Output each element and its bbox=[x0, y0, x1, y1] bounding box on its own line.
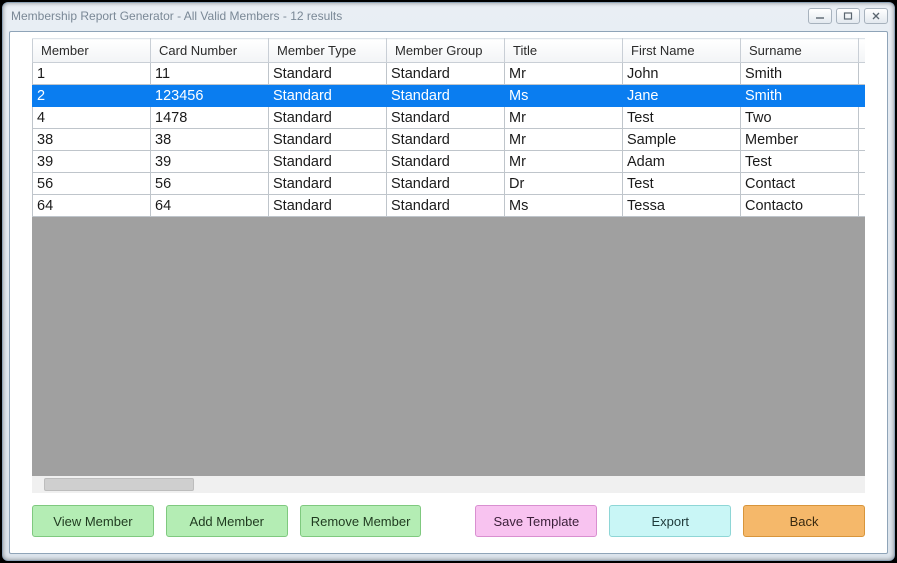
table-cell: Two bbox=[741, 107, 859, 129]
table-cell: 39 bbox=[33, 151, 151, 173]
table-cell-stub bbox=[859, 151, 866, 173]
table-cell: 11 bbox=[151, 63, 269, 85]
table-cell: Contacto bbox=[741, 195, 859, 217]
table-cell-stub bbox=[859, 85, 866, 107]
table-cell: 64 bbox=[33, 195, 151, 217]
maximize-button[interactable] bbox=[836, 8, 860, 24]
table-cell: Ms bbox=[505, 195, 623, 217]
table-cell: Adam bbox=[623, 151, 741, 173]
table-cell: Standard bbox=[269, 129, 387, 151]
table-cell: 4 bbox=[33, 107, 151, 129]
table-cell: Standard bbox=[269, 107, 387, 129]
action-button-row: View Member Add Member Remove Member Sav… bbox=[10, 493, 887, 553]
table-cell: Mr bbox=[505, 107, 623, 129]
table-row[interactable]: 2123456StandardStandardMsJaneSmith bbox=[33, 85, 866, 107]
table-cell: 1 bbox=[33, 63, 151, 85]
close-button[interactable] bbox=[864, 8, 888, 24]
table-cell: 39 bbox=[151, 151, 269, 173]
table-cell-stub bbox=[859, 195, 866, 217]
table-cell: Standard bbox=[269, 63, 387, 85]
close-icon bbox=[871, 12, 881, 20]
scrollbar-thumb[interactable] bbox=[44, 478, 194, 491]
maximize-icon bbox=[843, 12, 853, 20]
column-header[interactable]: First Name bbox=[623, 39, 741, 63]
table-cell: Jane bbox=[623, 85, 741, 107]
table-cell: Smith bbox=[741, 85, 859, 107]
table-cell: Test bbox=[741, 151, 859, 173]
horizontal-scrollbar[interactable] bbox=[32, 476, 865, 493]
table-cell: 123456 bbox=[151, 85, 269, 107]
table-cell: Ms bbox=[505, 85, 623, 107]
table-cell: 1478 bbox=[151, 107, 269, 129]
table-cell: Mr bbox=[505, 151, 623, 173]
table-cell-stub bbox=[859, 173, 866, 195]
app-window: Membership Report Generator - All Valid … bbox=[2, 2, 895, 561]
table-row[interactable]: 3838StandardStandardMrSampleMember bbox=[33, 129, 866, 151]
table-cell: Standard bbox=[269, 173, 387, 195]
back-button[interactable]: Back bbox=[743, 505, 865, 537]
table-cell: Standard bbox=[269, 151, 387, 173]
table-cell: Standard bbox=[387, 151, 505, 173]
table-cell: 56 bbox=[33, 173, 151, 195]
table-cell: Standard bbox=[387, 173, 505, 195]
table-cell: Standard bbox=[269, 85, 387, 107]
column-header[interactable]: Member bbox=[33, 39, 151, 63]
table-cell: John bbox=[623, 63, 741, 85]
column-header-stub bbox=[859, 39, 866, 63]
table-row[interactable]: 5656StandardStandardDrTestContact bbox=[33, 173, 866, 195]
table-cell: Test bbox=[623, 173, 741, 195]
table-cell-stub bbox=[859, 107, 866, 129]
table-cell: Test bbox=[623, 107, 741, 129]
data-grid[interactable]: MemberCard NumberMember TypeMember Group… bbox=[32, 38, 865, 493]
minimize-icon bbox=[815, 12, 825, 20]
column-header[interactable]: Member Type bbox=[269, 39, 387, 63]
table-cell: Dr bbox=[505, 173, 623, 195]
column-header[interactable]: Surname bbox=[741, 39, 859, 63]
table-cell: Mr bbox=[505, 63, 623, 85]
table-cell: Standard bbox=[269, 195, 387, 217]
table-cell: 56 bbox=[151, 173, 269, 195]
view-member-button[interactable]: View Member bbox=[32, 505, 154, 537]
table-cell: Smith bbox=[741, 63, 859, 85]
grid-viewport: MemberCard NumberMember TypeMember Group… bbox=[32, 38, 865, 476]
table-cell: Mr bbox=[505, 129, 623, 151]
table-cell: Standard bbox=[387, 129, 505, 151]
table-cell: Standard bbox=[387, 107, 505, 129]
window-title: Membership Report Generator - All Valid … bbox=[11, 9, 342, 23]
window-controls bbox=[808, 8, 888, 24]
table-cell: Standard bbox=[387, 85, 505, 107]
column-header[interactable]: Card Number bbox=[151, 39, 269, 63]
client-area: MemberCard NumberMember TypeMember Group… bbox=[9, 31, 888, 554]
table-cell: Tessa bbox=[623, 195, 741, 217]
table-cell: Member bbox=[741, 129, 859, 151]
save-template-button[interactable]: Save Template bbox=[475, 505, 597, 537]
column-header[interactable]: Member Group bbox=[387, 39, 505, 63]
table-cell: Standard bbox=[387, 63, 505, 85]
minimize-button[interactable] bbox=[808, 8, 832, 24]
table-row[interactable]: 3939StandardStandardMrAdamTest bbox=[33, 151, 866, 173]
table-row[interactable]: 111StandardStandardMrJohnSmith bbox=[33, 63, 866, 85]
table-cell-stub bbox=[859, 129, 866, 151]
members-table: MemberCard NumberMember TypeMember Group… bbox=[32, 38, 865, 217]
column-header[interactable]: Title bbox=[505, 39, 623, 63]
table-cell: 38 bbox=[151, 129, 269, 151]
table-cell: Sample bbox=[623, 129, 741, 151]
titlebar: Membership Report Generator - All Valid … bbox=[3, 3, 894, 29]
column-header-row: MemberCard NumberMember TypeMember Group… bbox=[33, 39, 866, 63]
export-button[interactable]: Export bbox=[609, 505, 731, 537]
table-cell: Contact bbox=[741, 173, 859, 195]
table-row[interactable]: 6464StandardStandardMsTessaContacto bbox=[33, 195, 866, 217]
table-row[interactable]: 41478StandardStandardMrTestTwo bbox=[33, 107, 866, 129]
add-member-button[interactable]: Add Member bbox=[166, 505, 288, 537]
table-cell: 38 bbox=[33, 129, 151, 151]
table-cell: Standard bbox=[387, 195, 505, 217]
table-cell-stub bbox=[859, 63, 866, 85]
table-cell: 64 bbox=[151, 195, 269, 217]
table-cell: 2 bbox=[33, 85, 151, 107]
remove-member-button[interactable]: Remove Member bbox=[300, 505, 422, 537]
